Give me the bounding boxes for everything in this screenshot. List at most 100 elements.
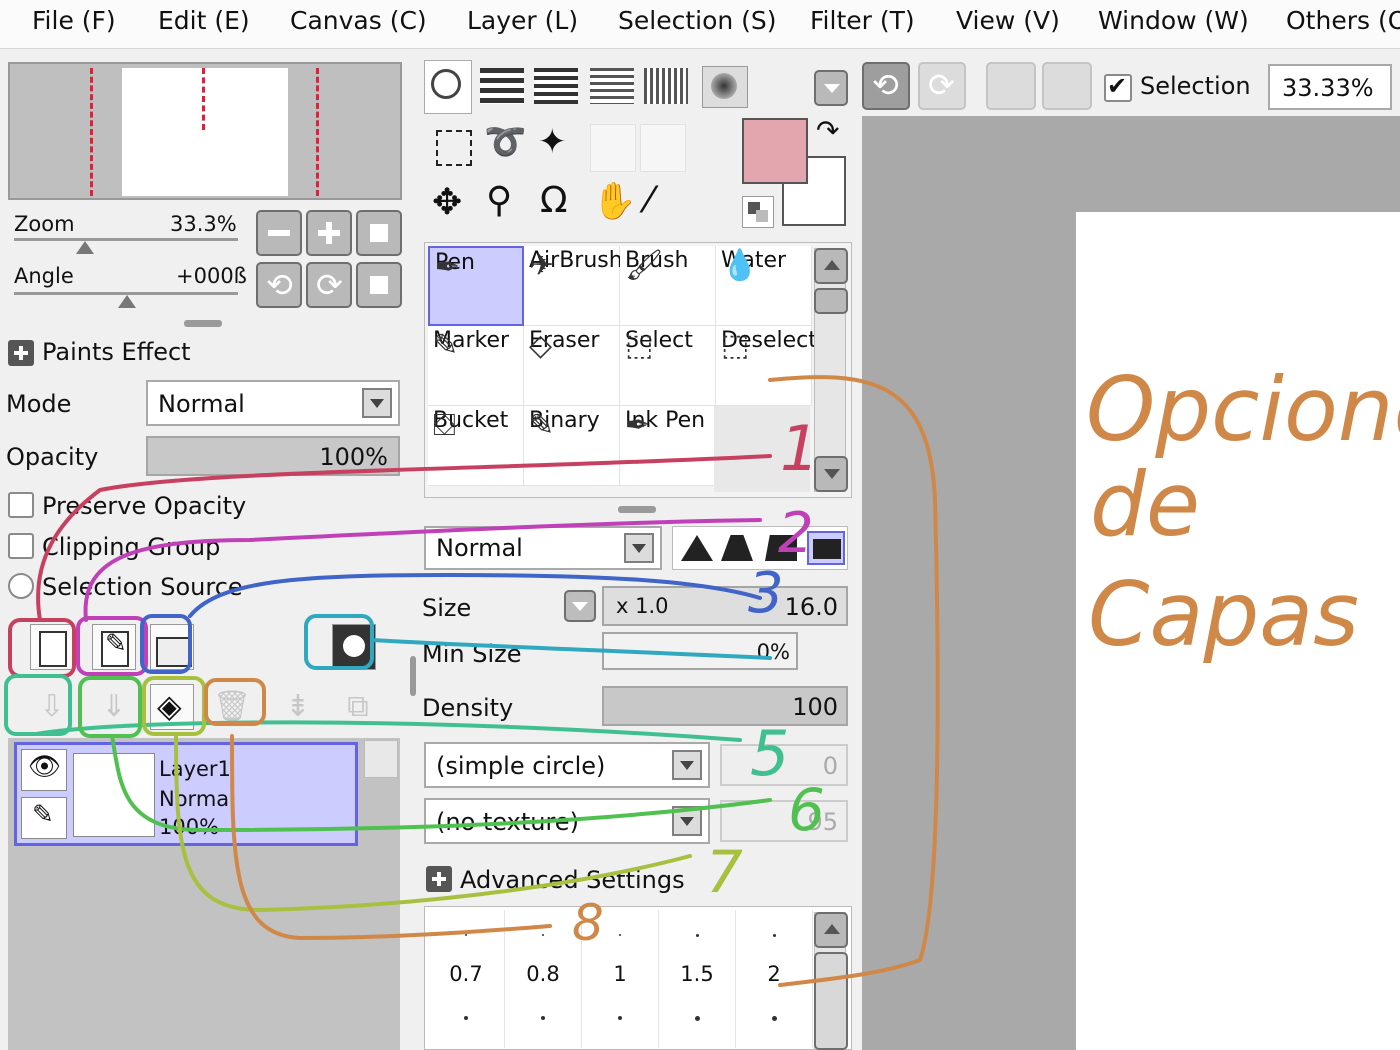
canvas-paper[interactable] [1076, 212, 1400, 1050]
rotate-tool-icon[interactable]: Ω [540, 180, 568, 221]
hardness-medium-icon[interactable] [721, 535, 753, 561]
expand-icon[interactable] [426, 866, 452, 892]
preserve-opacity-checkbox[interactable] [8, 492, 34, 518]
merge-down-icon[interactable]: ⇓ [92, 684, 136, 730]
delete-layer-icon[interactable]: 🗑 [210, 684, 254, 730]
tool-panel-dropdown[interactable] [814, 70, 848, 106]
selection-checkbox[interactable]: ✔ [1104, 72, 1132, 102]
tools-scroll-down[interactable] [814, 456, 848, 492]
density-slider[interactable]: 100 [602, 686, 848, 726]
menu-window[interactable]: Window (W) [1098, 6, 1249, 35]
clipping-group-checkbox[interactable] [8, 533, 34, 559]
zoom-reset-button[interactable] [356, 210, 402, 256]
rect-select-icon[interactable] [436, 130, 472, 166]
angle-slider-thumb[interactable] [118, 295, 136, 308]
zoom-slider[interactable] [14, 238, 238, 241]
brush-size-preset[interactable]: 1 [582, 910, 659, 1048]
brush-shape-lines-2[interactable] [534, 68, 578, 104]
menu-selection[interactable]: Selection (S) [618, 6, 777, 35]
tool-brush[interactable]: Brush 🖌 [620, 246, 716, 326]
eye-icon[interactable]: 👁 [21, 749, 67, 791]
menu-others[interactable]: Others (O [1286, 6, 1400, 35]
tool-bucket[interactable]: Bucket ⛋ [428, 406, 524, 486]
tool-deselect[interactable]: Deselect ⬚ [716, 326, 817, 406]
zoom-in-button[interactable] [306, 210, 352, 256]
brush-shape-select[interactable]: (simple circle) [424, 742, 710, 788]
zoom-tool-icon[interactable]: ⚲ [486, 180, 512, 221]
size-multiplier-dropdown[interactable] [564, 590, 596, 622]
menu-view[interactable]: View (V) [956, 6, 1060, 35]
brush-shape-lines-3[interactable] [590, 68, 634, 104]
presets-scroll-up[interactable] [814, 912, 848, 948]
menu-layer[interactable]: Layer (L) [467, 6, 578, 35]
layer-list-scroll-up[interactable] [364, 740, 398, 778]
hand-icon[interactable]: ✋ [592, 180, 637, 222]
rotate-left-button[interactable]: ⟲ [256, 262, 302, 308]
move-icon[interactable]: ✥ [432, 182, 462, 223]
menu-canvas[interactable]: Canvas (C) [290, 6, 427, 35]
hardness-selector[interactable] [672, 526, 848, 570]
deselect-button[interactable] [986, 62, 1036, 110]
new-folder-button[interactable] [150, 624, 194, 670]
rotate-right-button[interactable]: ⟳ [306, 262, 352, 308]
hardness-soft-icon[interactable] [681, 535, 713, 561]
brush-size-preset[interactable]: 2 [736, 910, 813, 1048]
clear-layer-button[interactable]: ◈ [150, 684, 194, 730]
brush-shape-circle-button[interactable] [424, 60, 472, 114]
new-layer-button[interactable] [30, 624, 74, 670]
brush-shape-dots[interactable] [644, 68, 688, 104]
tool-pen[interactable]: Pen ✒ [428, 246, 524, 326]
redo-button[interactable]: ⟳ [918, 62, 966, 110]
blend-mode-select[interactable]: Normal [424, 526, 662, 570]
panel-splitter[interactable] [618, 506, 656, 513]
hardness-hard-button[interactable] [807, 531, 845, 565]
merge-visible-icon[interactable]: ⇟ [276, 684, 320, 730]
duplicate-layer-icon[interactable]: ⧉ [336, 684, 380, 730]
tool-select[interactable]: Select ⬚ [620, 326, 716, 406]
panel-splitter[interactable] [410, 656, 416, 696]
expand-icon[interactable] [8, 340, 34, 366]
panel-splitter[interactable] [184, 320, 222, 327]
brush-texture-strength[interactable]: 95 [720, 800, 848, 842]
tools-scroll-up[interactable] [814, 248, 848, 284]
zoom-slider-thumb[interactable] [76, 241, 94, 254]
zoom-out-button[interactable] [256, 210, 302, 256]
min-size-slider[interactable]: 0% [602, 632, 798, 670]
brush-size-preset[interactable]: 0.7 [428, 910, 505, 1048]
selection-source-radio[interactable] [8, 573, 34, 599]
presets-scroll-thumb[interactable] [814, 952, 848, 1050]
opacity-slider[interactable]: 100% [146, 436, 400, 476]
tool-airbrush[interactable]: AirBrush ✈ [524, 246, 623, 326]
tool-water[interactable]: Water 💧 [716, 246, 812, 326]
zoom-combo[interactable]: 33.33% [1268, 64, 1392, 110]
brush-shape-blur[interactable] [702, 66, 748, 108]
primary-color-swatch[interactable] [742, 118, 808, 184]
navigator-preview[interactable] [8, 62, 402, 200]
eyedropper-icon[interactable]: ⁄ [646, 180, 652, 221]
tool-binary[interactable]: Binary ✎ [524, 406, 620, 486]
advanced-settings-label[interactable]: Advanced Settings [460, 866, 685, 894]
hardness-firm-icon[interactable] [765, 535, 797, 561]
layer-mode-select[interactable]: Normal [146, 380, 400, 426]
undo-button[interactable]: ⟲ [862, 62, 910, 110]
transfer-down-icon[interactable]: ⇩ [30, 684, 74, 730]
brush-texture-select[interactable]: (no texture) [424, 798, 710, 844]
magic-wand-icon[interactable]: ✦ [538, 122, 567, 162]
menu-filter[interactable]: Filter (T) [810, 6, 915, 35]
swap-colors-icon[interactable]: ↷ [816, 114, 839, 147]
tool-ink-pen[interactable]: Ink Pen ✒ [620, 406, 716, 486]
reset-colors-icon[interactable] [742, 196, 774, 228]
lasso-icon[interactable]: ➰ [484, 122, 526, 162]
layer-row[interactable]: 👁 ✎ Layer1 Normal 100% [14, 742, 358, 846]
tool-eraser[interactable]: Eraser ◇ [524, 326, 620, 406]
size-slider[interactable]: x 1.0 16.0 [602, 586, 848, 626]
tools-scroll-thumb[interactable] [814, 288, 848, 314]
brush-size-preset[interactable]: 1.5 [659, 910, 736, 1048]
pen-lock-icon[interactable]: ✎ [21, 797, 67, 839]
brush-size-preset[interactable]: 0.8 [505, 910, 582, 1048]
invert-selection-button[interactable] [1042, 62, 1092, 110]
menu-edit[interactable]: Edit (E) [158, 6, 250, 35]
brush-shape-lines-1[interactable] [480, 68, 524, 104]
rotate-reset-button[interactable] [356, 262, 402, 308]
menu-file[interactable]: File (F) [32, 6, 116, 35]
